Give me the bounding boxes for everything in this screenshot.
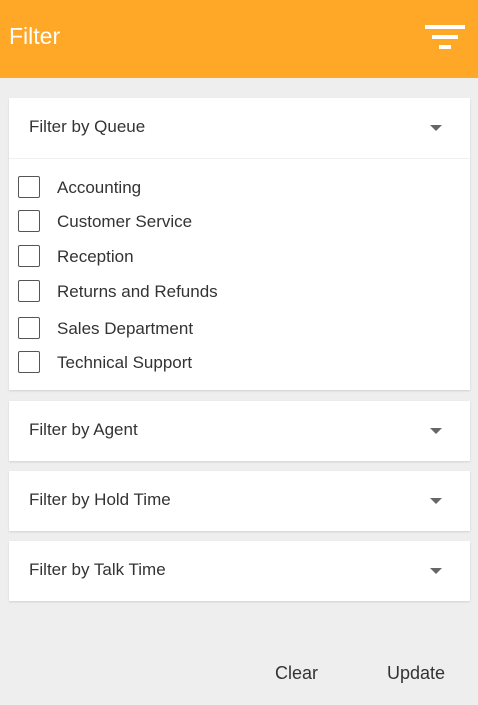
option-label: Accounting [57, 178, 142, 197]
checkbox[interactable] [18, 210, 40, 232]
queue-option-reception[interactable]: Reception [18, 245, 458, 271]
queue-option-customer-service[interactable]: Customer Service [18, 210, 458, 236]
filter-icon[interactable] [423, 22, 467, 54]
update-button[interactable]: Update [387, 662, 445, 684]
checkbox[interactable] [18, 176, 40, 198]
option-label: Technical Support [57, 353, 193, 372]
panel-title: Filter by Talk Time [29, 560, 166, 579]
checkbox[interactable] [18, 280, 40, 302]
agent-filter-header[interactable]: Filter by Agent [9, 401, 470, 461]
panel-title: Filter by Agent [29, 420, 138, 439]
queue-filter-panel: Filter by Queue Accounting Customer Serv… [9, 98, 470, 390]
app-header: Filter [0, 0, 478, 78]
queue-option-returns-and-refunds[interactable]: Returns and Refunds [18, 280, 458, 306]
queue-option-sales-department[interactable]: Sales Department [18, 317, 458, 343]
chevron-down-icon[interactable] [430, 568, 442, 574]
checkbox[interactable] [18, 351, 40, 373]
checkbox[interactable] [18, 245, 40, 267]
option-label: Reception [57, 247, 134, 266]
chevron-down-icon[interactable] [430, 498, 442, 504]
queue-option-technical-support[interactable]: Technical Support [18, 351, 458, 377]
clear-button[interactable]: Clear [275, 662, 318, 684]
option-label: Customer Service [57, 212, 193, 231]
panel-title: Filter by Queue [29, 117, 146, 136]
agent-filter-panel: Filter by Agent [9, 401, 470, 461]
page-title: Filter [9, 23, 61, 49]
chevron-down-icon[interactable] [430, 428, 442, 434]
hold-time-filter-panel: Filter by Hold Time [9, 471, 470, 531]
talk-time-filter-panel: Filter by Talk Time [9, 541, 470, 601]
option-label: Sales Department [57, 319, 194, 338]
checkbox[interactable] [18, 317, 40, 339]
queue-option-accounting[interactable]: Accounting [18, 176, 458, 202]
panel-title: Filter by Hold Time [29, 490, 171, 509]
option-label: Returns and Refunds [57, 282, 218, 301]
queue-option-list: Accounting Customer Service Reception Re… [9, 159, 470, 390]
queue-filter-header[interactable]: Filter by Queue [9, 98, 470, 158]
hold-time-filter-header[interactable]: Filter by Hold Time [9, 471, 470, 531]
chevron-down-icon[interactable] [430, 125, 442, 131]
talk-time-filter-header[interactable]: Filter by Talk Time [9, 541, 470, 601]
